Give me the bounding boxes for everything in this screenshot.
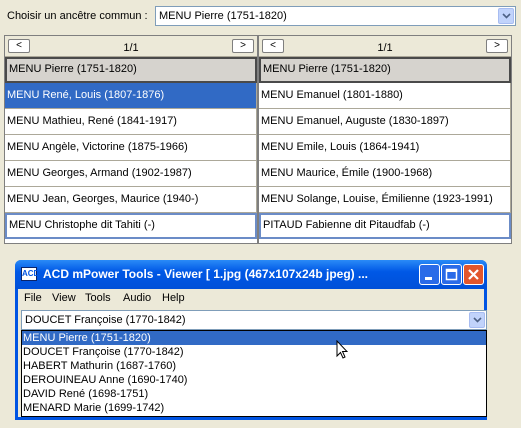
ancestor-select[interactable]: MENU Pierre (1751-1820) [155, 6, 516, 26]
left-page-indicator: 1/1 [123, 42, 139, 54]
minimize-icon[interactable] [419, 264, 440, 285]
left-row-selected[interactable]: MENU René, Louis (1807-1876) [5, 83, 257, 109]
dropdown-option[interactable]: MENARD Marie (1699-1742) [22, 401, 486, 415]
close-icon[interactable] [463, 264, 484, 285]
person-select[interactable]: DOUCET Françoise (1770-1842) [21, 310, 487, 330]
left-row[interactable]: MENU Georges, Armand (1902-1987) [5, 161, 257, 187]
window-title: ACD mPower Tools - Viewer [ 1.jpg (467x1… [43, 267, 368, 281]
menu-file[interactable]: File [24, 292, 42, 304]
right-row[interactable]: MENU Emanuel (1801-1880) [259, 83, 511, 109]
right-page-indicator: 1/1 [377, 42, 393, 54]
menu-audio[interactable]: Audio [123, 292, 151, 304]
ancestor-select-value: MENU Pierre (1751-1820) [159, 10, 287, 22]
right-nav-bar: < 1/1 > [259, 36, 511, 57]
dropdown-option[interactable]: HABERT Mathurin (1687-1760) [22, 359, 486, 373]
right-lineage-panel: < 1/1 > MENU Pierre (1751-1820) MENU Ema… [258, 35, 512, 244]
right-row[interactable]: MENU Solange, Louise, Émilienne (1923-19… [259, 187, 511, 213]
left-row-descendant[interactable]: MENU Christophe dit Tahiti (-) [5, 213, 257, 239]
right-row-descendant[interactable]: PITAUD Fabienne dit Pitaudfab (-) [259, 213, 511, 239]
viewer-window: ACD ACD mPower Tools - Viewer [ 1.jpg (4… [15, 260, 487, 420]
right-next-button[interactable]: > [486, 39, 508, 53]
menu-view[interactable]: View [52, 292, 76, 304]
person-dropdown-list: MENU Pierre (1751-1820) DOUCET Françoise… [21, 330, 487, 417]
menu-tools[interactable]: Tools [85, 292, 111, 304]
right-row[interactable]: MENU Maurice, Émile (1900-1968) [259, 161, 511, 187]
dropdown-option[interactable]: DEROUINEAU Anne (1690-1740) [22, 373, 486, 387]
left-row-ancestor[interactable]: MENU Pierre (1751-1820) [5, 57, 257, 83]
right-row[interactable]: MENU Emanuel, Auguste (1830-1897) [259, 109, 511, 135]
left-next-button[interactable]: > [232, 39, 254, 53]
chevron-down-icon[interactable] [469, 312, 485, 328]
left-lineage-panel: < 1/1 > MENU Pierre (1751-1820) MENU Ren… [4, 35, 258, 244]
app-icon: ACD [21, 267, 39, 281]
right-row[interactable]: MENU Emile, Louis (1864-1941) [259, 135, 511, 161]
mouse-cursor-icon [336, 339, 349, 363]
dropdown-option[interactable]: DOUCET Françoise (1770-1842) [22, 345, 486, 359]
left-row[interactable]: MENU Angèle, Victorine (1875-1966) [5, 135, 257, 161]
left-row[interactable]: MENU Jean, Georges, Maurice (1940-) [5, 187, 257, 213]
maximize-icon[interactable] [441, 264, 462, 285]
dropdown-option[interactable]: MENU Pierre (1751-1820) [22, 331, 486, 345]
menu-help[interactable]: Help [162, 292, 185, 304]
left-nav-bar: < 1/1 > [5, 36, 257, 57]
dropdown-option[interactable]: DAVID René (1698-1751) [22, 387, 486, 401]
ancestor-label: Choisir un ancêtre commun : [7, 10, 148, 22]
person-select-value: DOUCET Françoise (1770-1842) [25, 314, 186, 326]
window-titlebar[interactable]: ACD ACD mPower Tools - Viewer [ 1.jpg (4… [15, 260, 487, 289]
menu-bar: File View Tools Audio Help [18, 289, 484, 307]
chevron-down-icon[interactable] [498, 8, 514, 24]
right-row-ancestor[interactable]: MENU Pierre (1751-1820) [259, 57, 511, 83]
left-row[interactable]: MENU Mathieu, René (1841-1917) [5, 109, 257, 135]
